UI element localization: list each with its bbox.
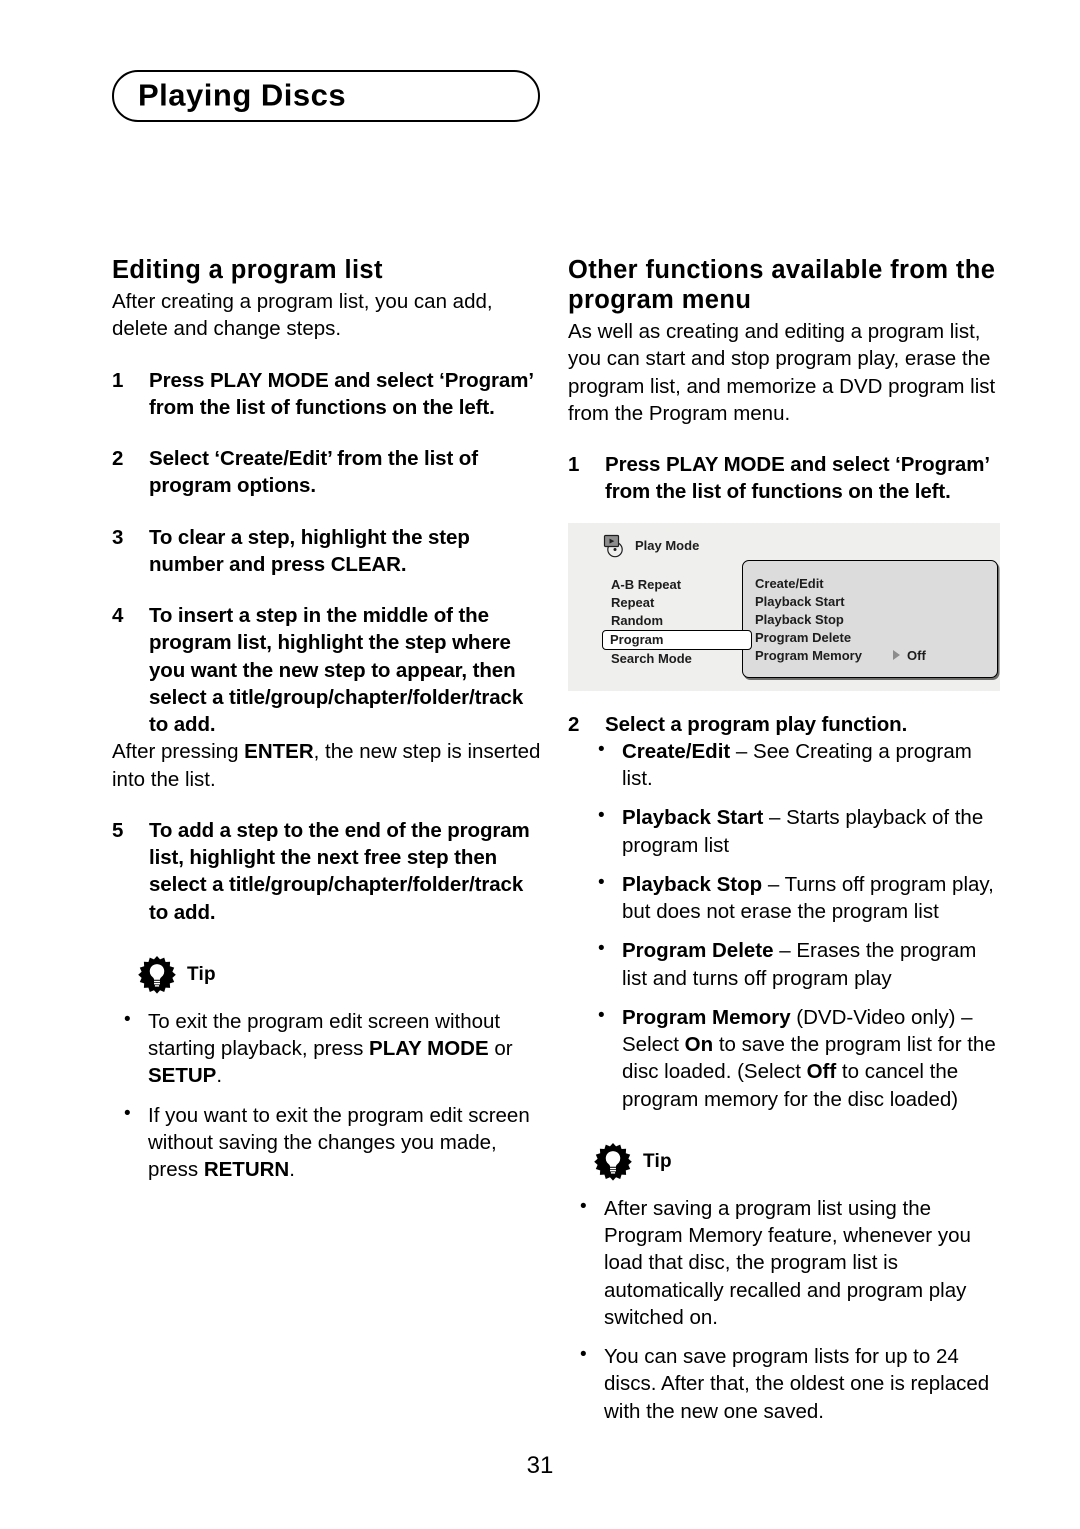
left-step-1-number: 1 (112, 368, 124, 392)
left-section-title: Editing a program list (112, 256, 383, 284)
osd-option-playback-start[interactable]: Playback Start (743, 593, 997, 611)
left-step-4: 4 To insert a step in the middle of the … (112, 602, 544, 738)
tip-lightbulb-icon (138, 955, 176, 994)
right-step-1-number: 1 (568, 453, 580, 477)
left-step-3: 3 To clear a step, highlight the step nu… (112, 524, 544, 579)
list-item: Playback Stop – Turns off program play, … (586, 870, 1000, 926)
osd-option-playback-stop[interactable]: Playback Stop (743, 611, 997, 629)
left-step-1: 1 Press PLAY MODE and select ‘Program’ f… (112, 367, 544, 422)
osd-option-playback-stop-label: Playback Stop (755, 611, 844, 627)
right-step-2: 2 Select a program play function. (568, 711, 1000, 738)
osd-item-program[interactable]: Program (602, 629, 752, 650)
left-step-3-number: 3 (112, 525, 124, 549)
left-step-3-text: To clear a step, highlight the step numb… (149, 525, 470, 576)
right-function-bullets: Create/Edit – See Creating a program lis… (586, 737, 1000, 1113)
list-item: If you want to exit the program edit scr… (112, 1101, 544, 1184)
left-step-4-number: 4 (112, 604, 124, 628)
left-tip-label: Tip (187, 963, 216, 985)
right-tip-header: Tip (594, 1142, 1000, 1181)
left-step-5: 5 To add a step to the end of the progra… (112, 817, 544, 926)
osd-header-label: Play Mode (635, 538, 700, 554)
left-step-4-followup: After pressing ENTER, the new step is in… (112, 740, 541, 791)
left-step-5-text: To add a step to the end of the program … (149, 818, 530, 924)
osd-option-playback-start-label: Playback Start (755, 593, 845, 609)
left-step-2-text: Select ‘Create/Edit’ from the list of pr… (149, 447, 478, 498)
osd-program-submenu-panel: Create/Edit Playback Start Playback Stop… (742, 559, 998, 678)
left-step-5-number: 5 (112, 818, 124, 842)
left-step-1-text: Press PLAY MODE and select ‘Program’ fro… (149, 368, 533, 419)
osd-item-random[interactable]: Random (604, 612, 748, 630)
osd-program-memory-value: Off (907, 647, 926, 663)
right-section-title: Other functions available from the progr… (568, 256, 996, 315)
osd-function-list: A-B Repeat Repeat Random Program Search … (602, 576, 752, 668)
osd-program-memory-value-group: Off (893, 647, 926, 665)
right-step-1-text: Press PLAY MODE and select ‘Program’ fro… (605, 453, 989, 504)
page-header-pill: Playing Discs (112, 70, 540, 122)
list-item: Program Delete – Erases the program list… (586, 936, 1000, 992)
left-column: Editing a program list After creating a … (112, 255, 544, 1195)
right-column: Other functions available from the progr… (568, 255, 1000, 1437)
list-item: You can save program lists for up to 24 … (568, 1342, 1000, 1425)
list-item: After saving a program list using the Pr… (568, 1194, 1000, 1331)
osd-option-program-delete-label: Program Delete (755, 629, 852, 645)
left-tip-header: Tip (138, 955, 544, 994)
right-tip-label: Tip (643, 1150, 672, 1172)
osd-header: Play Mode (602, 534, 699, 558)
play-mode-osd-diagram: Play Mode A-B Repeat Repeat Random Progr… (568, 522, 1000, 691)
left-tip-bullets: To exit the program edit screen without … (112, 1007, 544, 1184)
osd-option-create-edit[interactable]: Create/Edit (743, 575, 997, 593)
page-title: Playing Discs (138, 77, 347, 113)
list-item: To exit the program edit screen without … (112, 1007, 544, 1090)
osd-item-a-b-repeat[interactable]: A-B Repeat (604, 576, 748, 594)
tip-lightbulb-icon (594, 1142, 632, 1181)
osd-item-repeat[interactable]: Repeat (604, 594, 748, 612)
left-step-2: 2 Select ‘Create/Edit’ from the list of … (112, 445, 544, 500)
right-intro-paragraph: As well as creating and editing a progra… (568, 320, 996, 425)
osd-option-program-delete[interactable]: Program Delete (743, 629, 997, 647)
right-step-2-number: 2 (568, 712, 580, 736)
osd-option-create-edit-label: Create/Edit (755, 575, 824, 591)
left-intro-paragraph: After creating a program list, you can a… (112, 290, 493, 341)
left-step-2-number: 2 (112, 447, 124, 471)
list-item: Program Memory (DVD-Video only) – Select… (586, 1003, 1000, 1113)
osd-program-options: Create/Edit Playback Start Playback Stop… (743, 575, 997, 665)
play-mode-disc-icon (602, 534, 628, 558)
page-number: 31 (526, 1452, 554, 1479)
list-item: Playback Start – Starts playback of the … (586, 803, 1000, 859)
osd-item-search-mode[interactable]: Search Mode (604, 650, 748, 668)
right-tip-bullets: After saving a program list using the Pr… (568, 1194, 1000, 1425)
right-step-1: 1 Press PLAY MODE and select ‘Program’ f… (568, 451, 1000, 506)
osd-inner: Play Mode A-B Repeat Repeat Random Progr… (602, 523, 1000, 691)
osd-option-program-memory[interactable]: Program Memory Off (743, 647, 997, 665)
right-step-2-text: Select a program play function. (605, 712, 908, 736)
chevron-right-icon (893, 650, 900, 661)
left-step-4-text: To insert a step in the middle of the pr… (149, 604, 524, 737)
osd-option-program-memory-label: Program Memory (755, 647, 862, 663)
list-item: Create/Edit – See Creating a program lis… (586, 737, 1000, 793)
